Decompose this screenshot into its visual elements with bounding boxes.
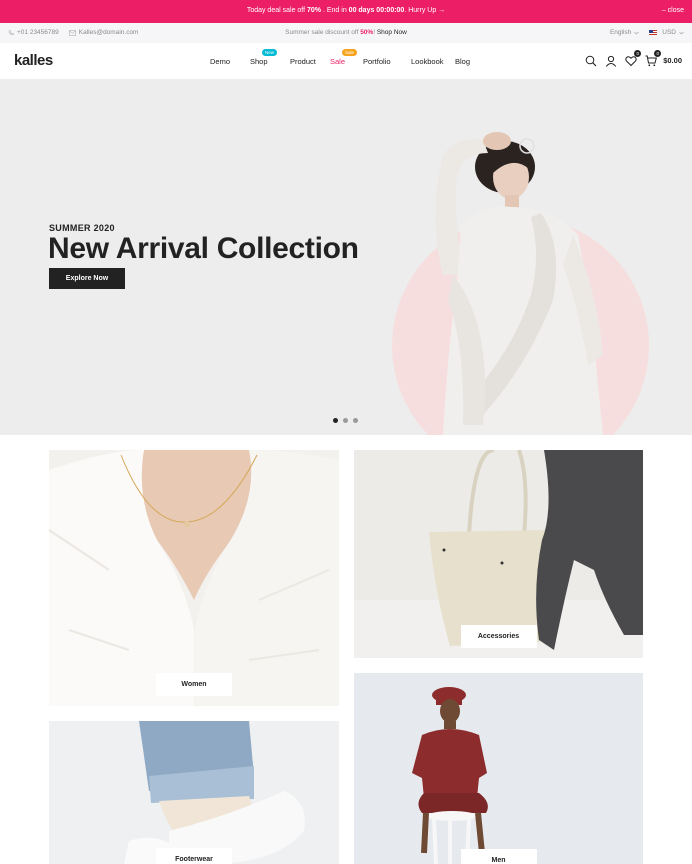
shop-now-link[interactable]: Shop Now: [377, 29, 407, 36]
category-label-accessories[interactable]: Accessories: [460, 625, 537, 648]
user-icon: [606, 55, 617, 67]
women-category-image: [49, 450, 339, 706]
promo-hurry-link[interactable]: . Hurry Up →: [404, 7, 445, 14]
nav-item-label: Demo: [210, 57, 231, 66]
category-women-card[interactable]: Women: [49, 450, 339, 706]
category-footwear-card[interactable]: Footerwear: [49, 721, 339, 864]
sale-badge: Sale: [342, 49, 358, 56]
nav-item-label: Portfolio: [363, 57, 391, 66]
cart-count: 0: [654, 50, 662, 57]
us-flag-icon: [649, 30, 658, 35]
men-category-image: [354, 673, 643, 864]
hero-model-image: [435, 132, 603, 435]
explore-now-button[interactable]: Explore Now: [49, 268, 125, 289]
slider-dot-1[interactable]: [333, 418, 338, 423]
promo-discount: 70%: [307, 7, 322, 14]
nav-item-product[interactable]: Product: [290, 57, 330, 66]
category-label-men[interactable]: Men: [460, 849, 537, 864]
topbar-announcement: Summer sale discount off 50%! Shop Now: [0, 29, 692, 36]
cart-total[interactable]: $0.00: [663, 56, 682, 65]
category-men-card[interactable]: Men: [354, 673, 643, 864]
language-selector[interactable]: English: [610, 29, 639, 36]
nav-item-label: Lookbook: [411, 57, 444, 66]
language-label: English: [609, 29, 632, 36]
promo-close-button[interactable]: – close: [662, 7, 684, 14]
topbar: +01 23456789 Kalles@domain.com Summer sa…: [0, 23, 692, 43]
nav-item-sale[interactable]: Sale Sale: [330, 49, 363, 66]
nav-item-label: Sale: [330, 57, 346, 66]
announcement-text: Summer sale discount off: [285, 29, 361, 36]
chevron-down-icon: [679, 31, 684, 34]
wishlist-button[interactable]: 0: [625, 50, 642, 67]
promo-text-mid: . End in: [321, 7, 349, 14]
announcement-discount: 50%: [360, 29, 374, 36]
nav-item-blog[interactable]: Blog: [455, 57, 470, 66]
site-logo[interactable]: kalles: [14, 52, 53, 69]
promo-text[interactable]: Today deal sale off 70% . End in 00 days…: [0, 7, 692, 14]
nav-item-label: Blog: [455, 57, 471, 66]
slider-dot-3[interactable]: [353, 418, 358, 423]
search-icon: [585, 55, 597, 67]
nav-item-label: Shop: [250, 57, 268, 66]
chevron-down-icon: [634, 31, 639, 34]
currency-selector[interactable]: USD: [649, 29, 684, 36]
hero-title: New Arrival Collection: [48, 232, 359, 265]
main-nav: Demo New Shop Product Sale Sale Portfolio …: [210, 49, 470, 66]
category-accessories-card[interactable]: Accessories: [354, 450, 643, 658]
nav-item-shop[interactable]: New Shop: [250, 49, 290, 66]
promo-text-pre: Today deal sale off: [246, 7, 308, 14]
currency-label: USD: [662, 29, 676, 36]
nav-item-demo[interactable]: Demo: [210, 57, 250, 66]
category-label-footwear[interactable]: Footerwear: [156, 848, 232, 864]
slider-dot-2[interactable]: [343, 418, 348, 423]
search-button[interactable]: [585, 54, 597, 67]
promo-bar: Today deal sale off 70% . End in 00 days…: [0, 0, 692, 23]
cart-button[interactable]: 0: [645, 50, 662, 67]
hero-slider: SUMMER 2020 New Arrival Collection Explo…: [0, 80, 692, 435]
footwear-category-image: [49, 721, 339, 864]
account-button[interactable]: [605, 54, 617, 67]
wishlist-count: 0: [634, 50, 642, 57]
category-label-women[interactable]: Women: [156, 673, 232, 696]
nav-item-lookbook[interactable]: Lookbook: [411, 57, 455, 66]
nav-item-portfolio[interactable]: Portfolio: [363, 57, 411, 66]
slider-pagination: [333, 418, 358, 423]
site-header: kalles Demo New Shop Product Sale Sale Por…: [0, 43, 692, 80]
new-badge: New: [262, 49, 278, 56]
nav-item-label: Product: [290, 57, 316, 66]
promo-countdown: 00 days 00:00:00: [348, 7, 405, 14]
